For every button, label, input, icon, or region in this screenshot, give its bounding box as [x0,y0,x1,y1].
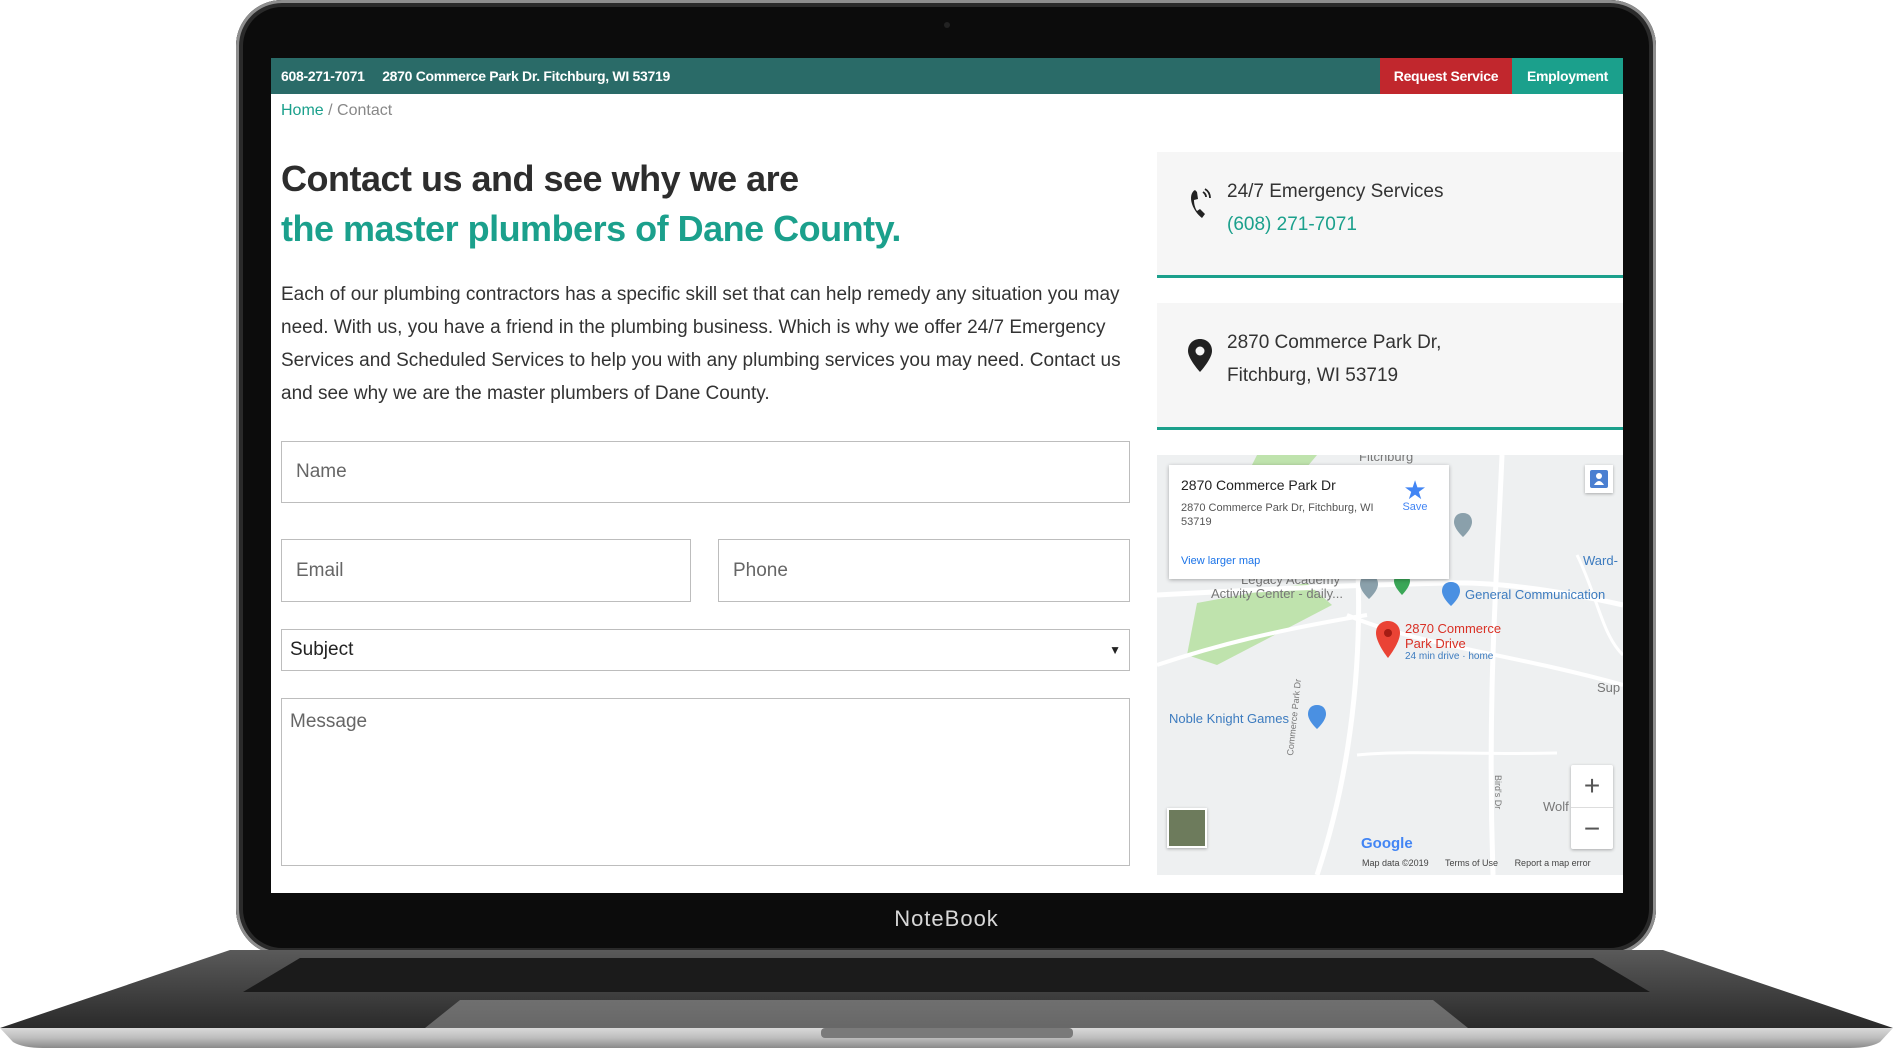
map-label-ward: Ward- [1583,553,1618,568]
request-service-button[interactable]: Request Service [1380,58,1512,94]
camera [944,22,950,28]
map-label-town: Fitchburg [1359,455,1414,464]
map-pin-sub: 24 min drive · home [1405,651,1494,662]
map-save-label: Save [1402,501,1428,513]
street-view-pegman-icon[interactable] [1585,465,1613,493]
phone-icon [1191,188,1211,218]
map-label-general-comm: General Communication [1465,587,1606,602]
map-label-noble-knight: Noble Knight Games [1169,711,1289,726]
breadcrumb: Home / Contact [281,102,392,120]
top-bar: 608-271-7071 2870 Commerce Park Dr. Fitc… [271,58,1623,94]
star-icon: ★ [1403,475,1427,505]
intro-paragraph: Each of our plumbing contractors has a s… [281,284,1121,404]
satellite-toggle[interactable] [1167,808,1207,848]
emergency-card: 24/7 Emergency Services (608) 271-7071 [1157,152,1623,278]
map-label-legacy-2: Activity Center - daily... [1211,586,1343,601]
top-bar-address: 2870 Commerce Park Dr. Fitchburg, WI 537… [382,68,670,84]
map-info-popup: 2870 Commerce Park Dr 2870 Commerce Park… [1169,465,1449,579]
map-footer: Map data ©2019 Terms of Use Report a map… [1362,858,1605,868]
map-street-bird: Bird's Dr [1493,775,1503,810]
breadcrumb-home-link[interactable]: Home [281,102,324,119]
terms-of-use-link[interactable]: Terms of Use [1445,858,1498,868]
embedded-map[interactable]: Fitchburg Legacy Academy Activity Center… [1157,455,1623,875]
map-pin-label-1: 2870 Commerce [1405,621,1502,636]
name-field[interactable]: Name [281,441,1130,503]
address-card: 2870 Commerce Park Dr, Fitchburg, WI 537… [1157,303,1623,430]
subject-select[interactable]: Subject ▼ [281,629,1130,671]
breadcrumb-current: Contact [337,102,393,119]
browser-screen: 608-271-7071 2870 Commerce Park Dr. Fitc… [271,58,1623,893]
top-bar-info: 608-271-7071 2870 Commerce Park Dr. Fitc… [281,58,684,94]
emergency-phone-link[interactable]: (608) 271-7071 [1227,208,1357,241]
laptop-brand: NoteBook [894,906,999,931]
page-title-line2: the master plumbers of Dane County. [281,208,901,249]
breadcrumb-separator: / [323,102,338,119]
map-popup-title: 2870 Commerce Park Dr [1181,477,1336,493]
employment-button[interactable]: Employment [1512,58,1623,94]
dropdown-arrow-icon: ▼ [1109,643,1121,657]
google-logo-text: Google [1361,835,1413,852]
zoom-in-button[interactable]: + [1571,765,1613,808]
page-title-line1: Contact us and see why we are [281,158,799,199]
map-pin-label-2: Park Drive [1405,636,1466,651]
email-field[interactable]: Email [281,539,691,602]
view-larger-map-link[interactable]: View larger map [1181,555,1260,567]
map-zoom-control: + − [1571,765,1613,849]
laptop-base [0,950,1893,1048]
map-label-sup: Sup [1597,680,1621,695]
map-pin-label: 2870 Commerce Park Drive 24 min drive · … [1405,621,1501,663]
message-textarea[interactable]: Message [281,698,1130,866]
subject-select-value: Subject [290,639,354,660]
report-map-error-link[interactable]: Report a map error [1515,858,1591,868]
google-logo: Google [1361,835,1413,852]
map-popup-address: 2870 Commerce Park Dr, Fitchburg, WI 537… [1181,502,1374,528]
zoom-out-button[interactable]: − [1571,808,1613,850]
map-data-credit: Map data ©2019 [1362,858,1429,868]
page-title: Contact us and see why we are the master… [281,154,901,254]
phone-field[interactable]: Phone [718,539,1130,602]
map-save-button[interactable]: ★ Save [1400,475,1430,513]
address-line2: Fitchburg, WI 53719 [1227,365,1399,386]
emergency-label: 24/7 Emergency Services [1227,181,1444,202]
top-bar-phone[interactable]: 608-271-7071 [281,68,365,84]
location-pin-icon [1188,339,1212,372]
address-line1: 2870 Commerce Park Dr, [1227,332,1442,353]
